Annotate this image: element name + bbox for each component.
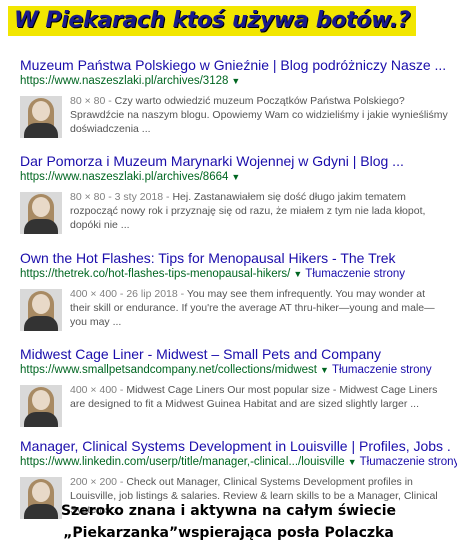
result-meta: 80 × 80 - <box>70 95 112 107</box>
result-body: 400 × 400 - Midwest Cage Liners Our most… <box>20 383 450 433</box>
search-result: Own the Hot Flashes: Tips for Menopausal… <box>20 249 450 337</box>
result-title-link[interactable]: Midwest Cage Liner - Midwest – Small Pet… <box>20 345 450 363</box>
translate-link[interactable]: Tłumaczenie strony <box>332 364 432 376</box>
translate-link[interactable]: Tłumaczenie strony <box>360 456 457 468</box>
result-title-link[interactable]: Manager, Clinical Systems Development in… <box>20 437 450 455</box>
banner: W Piekarach ktoś używa botów.? <box>0 0 457 44</box>
result-snippet: 400 × 400 - 26 lip 2018 - You may see th… <box>70 287 448 329</box>
result-url-row: https://www.naszeszlaki.pl/archives/3128… <box>20 74 450 89</box>
result-url: https://www.linkedin.com/userp/title/man… <box>20 456 345 468</box>
result-snippet: 400 × 400 - Midwest Cage Liners Our most… <box>70 383 448 411</box>
result-meta: 80 × 80 - 3 sty 2018 - <box>70 191 170 203</box>
result-thumbnail[interactable] <box>20 385 62 427</box>
caption-line-2: „Piekarzanka”wspierająca posła Polaczka <box>63 525 394 541</box>
result-meta: 200 × 200 - <box>70 476 124 488</box>
result-title-link[interactable]: Muzeum Państwa Polskiego w Gnieźnie | Bl… <box>20 56 450 74</box>
dropdown-arrow-icon[interactable]: ▼ <box>231 76 240 86</box>
dropdown-arrow-icon[interactable]: ▼ <box>293 269 302 279</box>
result-body: 80 × 80 - 3 sty 2018 - Hej. Zastanawiałe… <box>20 190 450 240</box>
result-snippet: 80 × 80 - 3 sty 2018 - Hej. Zastanawiałe… <box>70 190 448 232</box>
result-meta: 400 × 400 - 26 lip 2018 - <box>70 288 185 300</box>
banner-title: W Piekarach ktoś używa botów.? <box>8 6 417 36</box>
search-result: Muzeum Państwa Polskiego w Gnieźnie | Bl… <box>20 56 450 144</box>
translate-link[interactable]: Tłumaczenie strony <box>305 268 405 280</box>
result-thumbnail[interactable] <box>20 192 62 234</box>
dropdown-arrow-icon[interactable]: ▼ <box>348 457 357 467</box>
result-thumbnail[interactable] <box>20 289 62 331</box>
result-url: https://www.smallpetsandcompany.net/coll… <box>20 364 318 376</box>
result-title-link[interactable]: Own the Hot Flashes: Tips for Menopausal… <box>20 249 450 267</box>
result-snippet: 80 × 80 - Czy warto odwiedzić muzeum Poc… <box>70 94 448 136</box>
result-meta: 400 × 400 - <box>70 384 124 396</box>
result-url: https://www.naszeszlaki.pl/archives/3128 <box>20 75 229 87</box>
result-url-row: https://www.smallpetsandcompany.net/coll… <box>20 363 450 378</box>
result-url-row: https://thetrek.co/hot-flashes-tips-meno… <box>20 267 450 282</box>
result-url: https://www.naszeszlaki.pl/archives/8664 <box>20 171 229 183</box>
result-url-row: https://www.linkedin.com/userp/title/man… <box>20 455 457 470</box>
result-body: 400 × 400 - 26 lip 2018 - You may see th… <box>20 287 450 337</box>
result-url-row: https://www.naszeszlaki.pl/archives/8664… <box>20 170 450 185</box>
search-result: Dar Pomorza i Muzeum Marynarki Wojennej … <box>20 152 450 240</box>
result-snippet-text: Czy warto odwiedzić muzeum Początków Pań… <box>70 95 448 135</box>
dropdown-arrow-icon[interactable]: ▼ <box>231 172 240 182</box>
search-result: Midwest Cage Liner - Midwest – Small Pet… <box>20 345 450 433</box>
result-body: 80 × 80 - Czy warto odwiedzić muzeum Poc… <box>20 94 450 144</box>
caption-line-1: Szeroko znana i aktywna na całym świecie <box>61 503 396 519</box>
result-title-link[interactable]: Dar Pomorza i Muzeum Marynarki Wojennej … <box>20 152 450 170</box>
result-thumbnail[interactable] <box>20 96 62 138</box>
dropdown-arrow-icon[interactable]: ▼ <box>320 365 329 375</box>
caption: Szeroko znana i aktywna na całym świecie… <box>0 500 457 544</box>
result-url: https://thetrek.co/hot-flashes-tips-meno… <box>20 268 291 280</box>
result-snippet-text: Midwest Cage Liners Our most popular siz… <box>70 384 438 410</box>
